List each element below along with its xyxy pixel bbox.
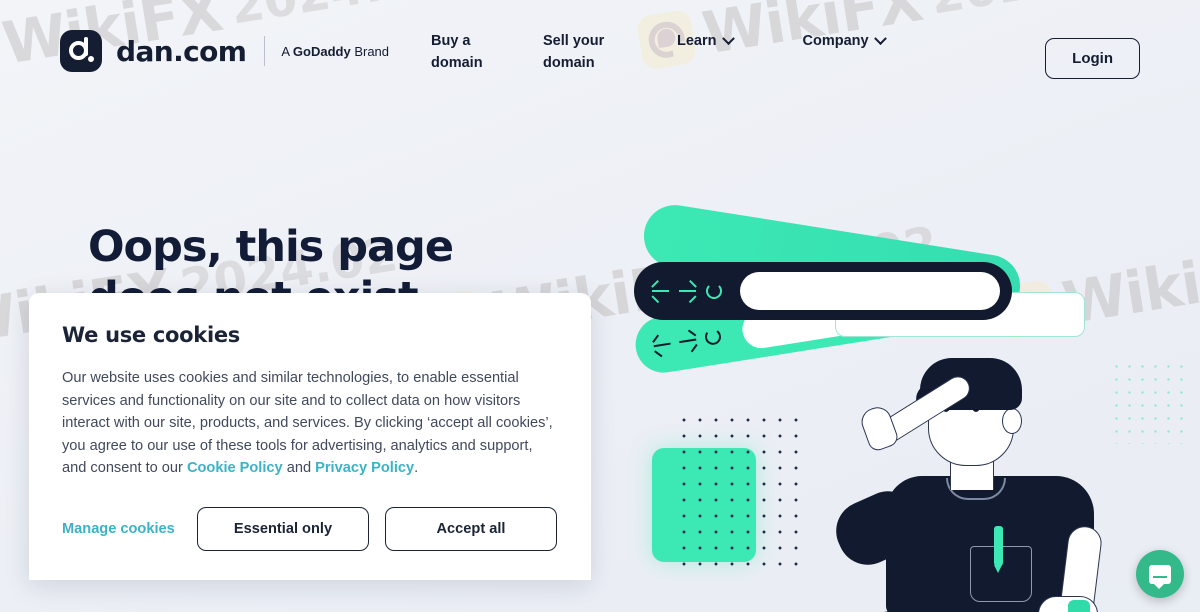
refresh-icon[interactable] (706, 283, 722, 299)
chevron-down-icon (721, 32, 735, 45)
main-nav: Buy a domain Sell your domain Learn Comp… (431, 30, 887, 75)
refresh-icon (703, 327, 723, 346)
pen-icon (994, 526, 1003, 573)
cookie-banner-actions: Manage cookies Essential only Accept all (62, 507, 557, 552)
person-held-object (1068, 600, 1090, 612)
brand-divider (264, 36, 266, 66)
person-eye (972, 402, 980, 412)
privacy-policy-link[interactable]: Privacy Policy (315, 460, 414, 476)
cookie-consent-banner: We use cookies Our website uses cookies … (29, 293, 591, 580)
brand-tagline: A GoDaddy Brand (281, 43, 390, 59)
nav-item-learn[interactable]: Learn (677, 30, 735, 52)
accept-all-button[interactable]: Accept all (385, 507, 557, 552)
chat-widget-button[interactable] (1136, 550, 1184, 598)
essential-only-button[interactable]: Essential only (197, 507, 369, 552)
error-illustration (620, 200, 1200, 612)
arrow-left-icon[interactable] (651, 279, 669, 303)
arrow-right-icon[interactable] (679, 279, 697, 303)
nav-item-sell-domain[interactable]: Sell your domain (543, 30, 621, 75)
cookie-policy-link[interactable]: Cookie Policy (187, 460, 283, 476)
illustration-browser-bar (634, 262, 1012, 320)
arrow-right-icon (678, 328, 698, 353)
person-illustration (826, 350, 1172, 612)
brand[interactable]: dan.com A GoDaddy Brand (60, 30, 389, 72)
person-hand-left (857, 403, 901, 454)
brand-name: dan.com (116, 34, 247, 68)
cookie-banner-body: Our website uses cookies and similar tec… (62, 370, 553, 477)
page-root: WikiFX 2024.02 WikiFX 2024.02 WikiFX 202… (0, 0, 1200, 612)
dan-logo-icon (60, 30, 102, 72)
manage-cookies-link[interactable]: Manage cookies (62, 521, 175, 537)
nav-item-company[interactable]: Company (802, 30, 887, 52)
nav-item-buy-domain[interactable]: Buy a domain (431, 30, 505, 75)
login-button[interactable]: Login (1045, 38, 1140, 79)
address-bar-input[interactable] (740, 272, 1000, 310)
site-header: dan.com A GoDaddy Brand Buy a domain Sel… (0, 0, 1200, 104)
cookie-banner-title: We use cookies (62, 323, 240, 347)
person-ear (1002, 408, 1022, 434)
chevron-down-icon (873, 32, 887, 45)
dot-grid-icon (676, 412, 800, 570)
nav-item-label: Company (802, 33, 869, 49)
nav-item-label: Learn (677, 33, 717, 49)
arrow-left-icon (652, 333, 671, 358)
chat-bubble-icon (1149, 564, 1171, 589)
